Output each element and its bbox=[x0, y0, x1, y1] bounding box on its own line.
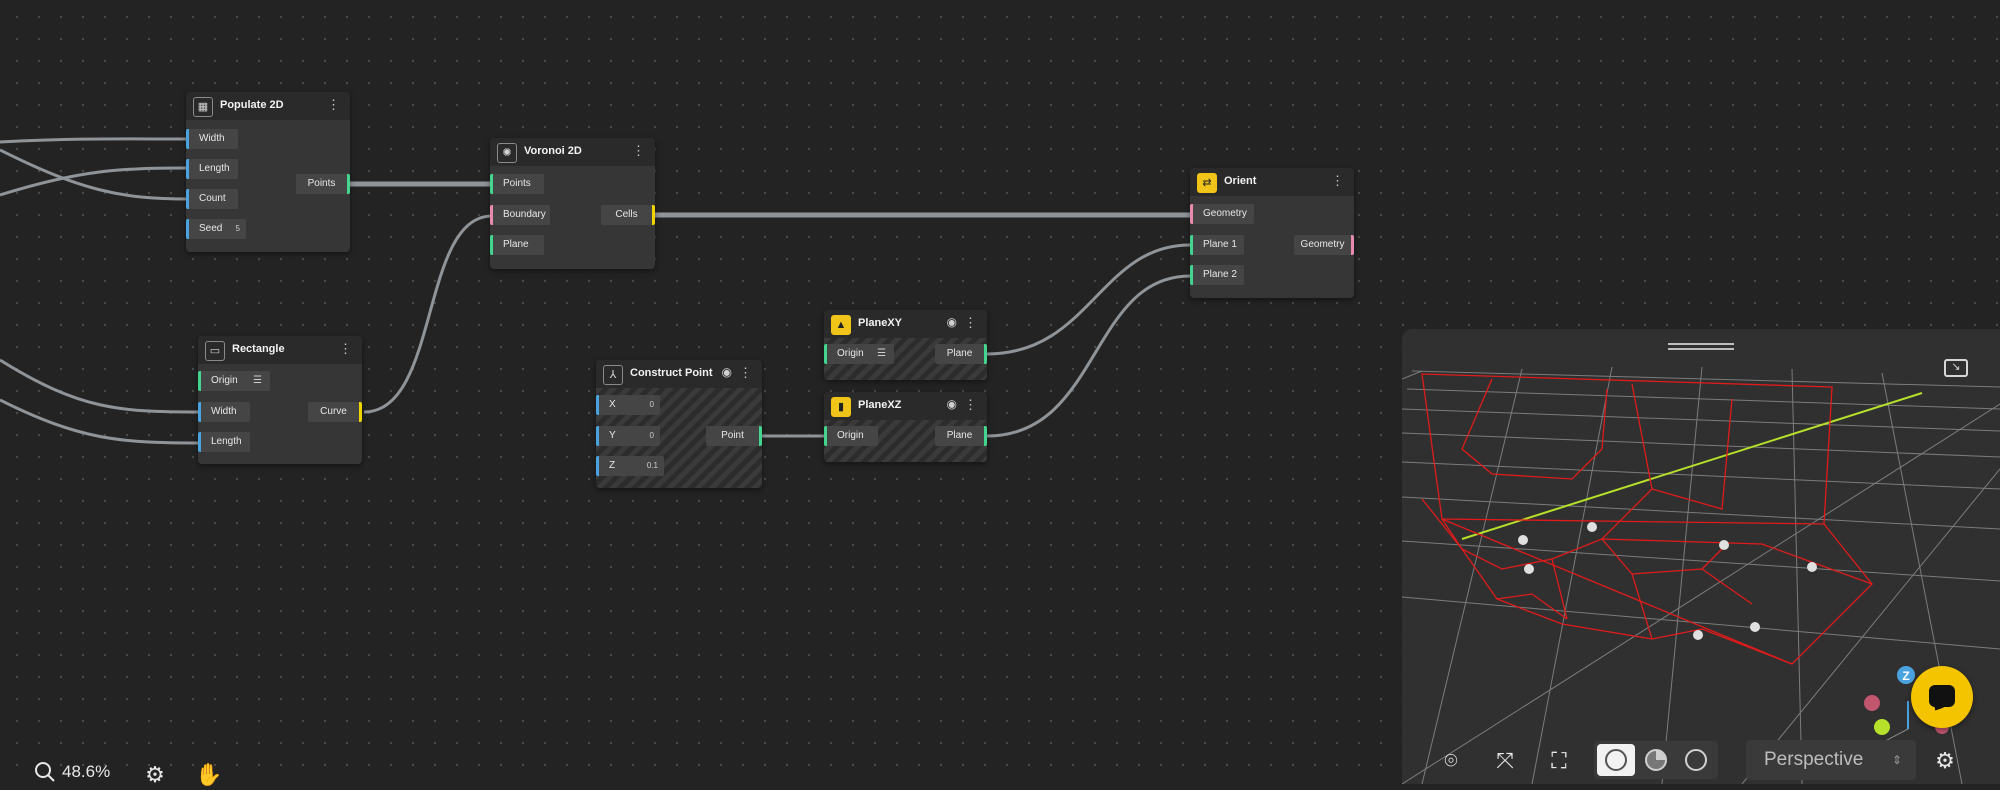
fullscreen-icon[interactable]: ⛶ bbox=[1544, 746, 1574, 776]
output-curve[interactable]: Curve bbox=[308, 402, 362, 422]
seed-value[interactable]: 5 bbox=[236, 219, 240, 239]
node-title: PlaneXZ bbox=[858, 399, 902, 411]
node-title: Orient bbox=[1224, 175, 1257, 187]
rectangle-icon: ▭ bbox=[205, 341, 225, 361]
input-boundary[interactable]: Boundary bbox=[490, 205, 550, 225]
input-width[interactable]: Width bbox=[186, 129, 238, 149]
node-title: PlaneXY bbox=[858, 317, 903, 329]
input-label: Y bbox=[609, 430, 616, 441]
node-header[interactable]: ▦ Populate 2D ⋮ bbox=[186, 92, 350, 120]
node-header[interactable]: ⇄ Orient ⋮ bbox=[1190, 168, 1354, 196]
projection-value: Perspective bbox=[1764, 749, 1864, 770]
populate-2d-node[interactable]: ▦ Populate 2D ⋮ Width Length Count Seed … bbox=[186, 92, 350, 252]
canvas-settings-gear-icon[interactable]: ⚙ bbox=[140, 760, 170, 790]
orient-node[interactable]: ⇄ Orient ⋮ Geometry Plane 1 Plane 2 Geom… bbox=[1190, 168, 1354, 298]
more-menu-icon[interactable]: ⋮ bbox=[739, 365, 752, 381]
output-plane[interactable]: Plane bbox=[935, 344, 987, 364]
node-title: Populate 2D bbox=[220, 99, 284, 111]
node-title: Construct Point bbox=[630, 367, 713, 379]
3d-viewport[interactable]: Z ↘ bbox=[1402, 329, 2000, 784]
projection-dropdown[interactable]: Perspective ⇕ bbox=[1746, 740, 1916, 780]
input-count[interactable]: Count bbox=[186, 189, 238, 209]
sliders-icon[interactable]: ☰ bbox=[877, 344, 886, 364]
camera-icon[interactable]: ⌾ bbox=[1436, 746, 1466, 776]
ghosted-mode-option[interactable] bbox=[1637, 744, 1675, 776]
input-label: X bbox=[609, 399, 616, 410]
input-z[interactable]: Z 0.1 bbox=[596, 456, 664, 476]
input-label: Origin bbox=[211, 375, 238, 386]
input-label: Z bbox=[609, 460, 616, 471]
x-value[interactable]: 0 bbox=[650, 395, 654, 415]
chevron-updown-icon: ⇕ bbox=[1891, 753, 1902, 767]
input-label: Seed bbox=[199, 223, 223, 234]
input-plane-1[interactable]: Plane 1 bbox=[1190, 235, 1244, 255]
ground-grid bbox=[1402, 366, 2000, 784]
output-geometry[interactable]: Geometry bbox=[1294, 235, 1354, 255]
eye-icon[interactable]: ◉ bbox=[722, 365, 732, 379]
input-points[interactable]: Points bbox=[490, 174, 544, 194]
more-menu-icon[interactable]: ⋮ bbox=[339, 341, 352, 357]
shaded-mode-option[interactable] bbox=[1597, 744, 1635, 776]
input-plane[interactable]: Plane bbox=[490, 235, 544, 255]
shading-mode-selector[interactable] bbox=[1594, 741, 1718, 779]
rectangle-node[interactable]: ▭ Rectangle ⋮ Origin ☰ Width Length Curv… bbox=[198, 336, 362, 464]
more-menu-icon[interactable]: ⋮ bbox=[327, 97, 340, 113]
voronoi-icon: ✺ bbox=[497, 143, 517, 163]
more-menu-icon[interactable]: ⋮ bbox=[964, 315, 977, 331]
y-value[interactable]: 0 bbox=[650, 426, 654, 446]
node-header[interactable]: ⅄ Construct Point ◉ ⋮ bbox=[596, 360, 762, 388]
grid-square-icon: ▦ bbox=[193, 97, 213, 117]
more-menu-icon[interactable]: ⋮ bbox=[964, 397, 977, 413]
eye-icon[interactable]: ◉ bbox=[947, 397, 957, 411]
viewport-scene[interactable]: Z bbox=[1402, 329, 2000, 784]
input-length[interactable]: Length bbox=[198, 432, 250, 452]
z-value[interactable]: 0.1 bbox=[647, 456, 658, 476]
input-x[interactable]: X 0 bbox=[596, 395, 660, 415]
output-points[interactable]: Points bbox=[296, 174, 350, 194]
zoom-extents-icon[interactable]: ⤧ bbox=[1490, 746, 1520, 776]
more-menu-icon[interactable]: ⋮ bbox=[1331, 173, 1344, 189]
input-geometry[interactable]: Geometry bbox=[1190, 204, 1254, 224]
input-origin[interactable]: Origin ☰ bbox=[824, 344, 894, 364]
planexz-node[interactable]: ▮ PlaneXZ ◉ ⋮ Origin Plane bbox=[824, 392, 987, 462]
zoom-value: 48.6% bbox=[62, 762, 111, 781]
node-header[interactable]: ✺ Voronoi 2D ⋮ bbox=[490, 138, 655, 166]
planexy-node[interactable]: ▲ PlaneXY ◉ ⋮ Origin ☰ Plane bbox=[824, 310, 987, 380]
wireframe-mode-option[interactable] bbox=[1677, 744, 1715, 776]
node-title: Voronoi 2D bbox=[524, 145, 582, 157]
output-plane[interactable]: Plane bbox=[935, 426, 987, 446]
orient-icon: ⇄ bbox=[1197, 173, 1217, 193]
axes-icon: ⅄ bbox=[603, 365, 623, 385]
input-seed[interactable]: Seed 5 bbox=[186, 219, 246, 239]
eye-icon[interactable]: ◉ bbox=[947, 315, 957, 329]
minimize-viewport-icon[interactable]: ↘ bbox=[1944, 359, 1968, 377]
plane-xz-icon: ▮ bbox=[831, 397, 851, 417]
viewport-settings-gear-icon[interactable]: ⚙ bbox=[1930, 746, 1960, 776]
zoom-indicator[interactable]: 48.6% bbox=[34, 761, 110, 783]
input-plane-2[interactable]: Plane 2 bbox=[1190, 265, 1244, 285]
output-point[interactable]: Point bbox=[706, 426, 762, 446]
input-origin[interactable]: Origin bbox=[824, 426, 878, 446]
node-title: Rectangle bbox=[232, 343, 285, 355]
plugins-icon[interactable]: ✋ bbox=[194, 760, 224, 790]
input-length[interactable]: Length bbox=[186, 159, 238, 179]
output-cells[interactable]: Cells bbox=[601, 205, 655, 225]
z-axis-label: Z bbox=[1902, 669, 1909, 683]
zoom-icon bbox=[35, 762, 55, 782]
plane-xy-icon: ▲ bbox=[831, 315, 851, 335]
construct-point-node[interactable]: ⅄ Construct Point ◉ ⋮ X 0 Y 0 Z 0.1 Poin… bbox=[596, 360, 762, 488]
drag-handle[interactable] bbox=[1668, 343, 1734, 345]
node-header[interactable]: ▮ PlaneXZ ◉ ⋮ bbox=[824, 392, 987, 420]
x-axis-line bbox=[1461, 392, 1923, 540]
sliders-icon[interactable]: ☰ bbox=[253, 371, 262, 391]
input-origin[interactable]: Origin ☰ bbox=[198, 371, 270, 391]
node-header[interactable]: ▲ PlaneXY ◉ ⋮ bbox=[824, 310, 987, 338]
more-menu-icon[interactable]: ⋮ bbox=[632, 143, 645, 159]
voronoi-2d-node[interactable]: ✺ Voronoi 2D ⋮ Points Boundary Plane Cel… bbox=[490, 138, 655, 269]
node-header[interactable]: ▭ Rectangle ⋮ bbox=[198, 336, 362, 364]
input-y[interactable]: Y 0 bbox=[596, 426, 660, 446]
input-width[interactable]: Width bbox=[198, 402, 250, 422]
chat-support-button[interactable] bbox=[1911, 666, 1973, 728]
input-label: Origin bbox=[837, 348, 864, 359]
